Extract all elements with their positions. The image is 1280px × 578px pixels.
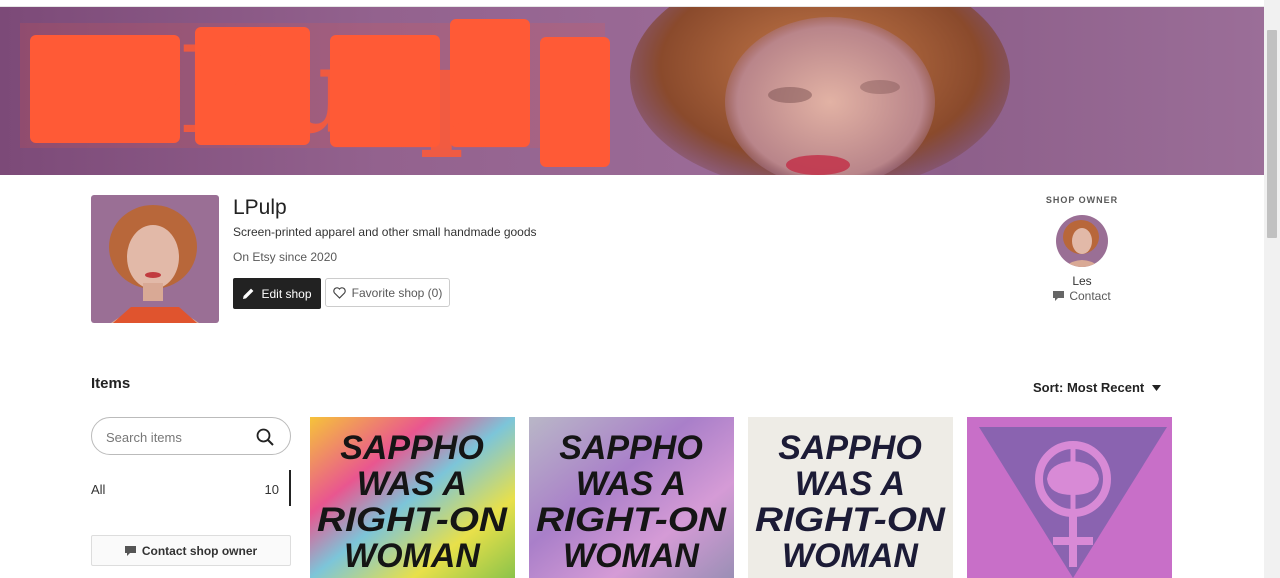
listing-line: WOMAN [344, 537, 481, 575]
owner-avatar-image [1056, 215, 1108, 267]
listing-image: SAPPHO WAS A RIGHT-ON WOMAN [529, 417, 734, 578]
shop-avatar[interactable] [91, 195, 219, 323]
listing-line: WAS A [795, 465, 905, 503]
heart-icon [332, 286, 346, 299]
search-icon[interactable] [256, 428, 274, 446]
shop-since: On Etsy since 2020 [233, 250, 338, 264]
owner-contact-label: Contact [1069, 289, 1111, 303]
owner-contact-link[interactable]: Contact [1031, 289, 1133, 303]
message-icon [1053, 291, 1065, 301]
banner-illustration: L·Pulp [20, 7, 1010, 175]
listing-line: WOMAN [563, 537, 700, 575]
listing-card[interactable]: SAPPHO WAS A RIGHT-ON WOMAN [310, 417, 515, 578]
listing-line: WAS A [576, 465, 686, 503]
filter-all[interactable]: All 10 [91, 470, 291, 506]
favorite-shop-label: Favorite shop (0) [351, 285, 443, 300]
browser-top-edge [0, 0, 1264, 7]
listing-line: SAPPHO [340, 429, 484, 467]
shop-name: LPulp [233, 196, 287, 219]
listing-line: SAPPHO [778, 429, 922, 467]
search-items-input[interactable] [106, 427, 246, 447]
shop-owner-heading: SHOP OWNER [1045, 195, 1119, 205]
filter-count: 10 [264, 482, 279, 497]
sort-label: Sort: Most Recent [1033, 380, 1145, 395]
listing-image: SAPPHO WAS A RIGHT-ON WOMAN [748, 417, 953, 578]
listing-line: WAS A [357, 465, 467, 503]
shop-tagline: Screen-printed apparel and other small h… [233, 225, 537, 239]
contact-shop-owner-button[interactable]: Contact shop owner [91, 535, 291, 566]
filter-selected-indicator [289, 470, 291, 506]
shop-avatar-image [91, 195, 219, 323]
page-scrollbar[interactable] [1264, 0, 1280, 578]
listing-line: RIGHT-ON [755, 501, 947, 539]
message-icon [124, 545, 136, 556]
listing-line: SAPPHO [559, 429, 703, 467]
listing-line: WOMAN [782, 537, 919, 575]
listing-card[interactable]: SAPPHO WAS A RIGHT-ON WOMAN [748, 417, 953, 578]
favorite-shop-button[interactable]: Favorite shop (0) [325, 278, 450, 307]
listing-line: RIGHT-ON [317, 501, 509, 539]
listing-card[interactable]: SAPPHO WAS A RIGHT-ON WOMAN [529, 417, 734, 578]
contact-shop-owner-label: Contact shop owner [141, 543, 258, 558]
shop-banner: L·Pulp [0, 7, 1264, 175]
search-items-box[interactable] [91, 417, 291, 455]
pencil-icon [243, 288, 254, 299]
owner-avatar[interactable] [1056, 215, 1108, 267]
edit-shop-button[interactable]: Edit shop [233, 278, 321, 309]
items-heading: Items [91, 375, 131, 392]
listing-image: SAPPHO WAS A RIGHT-ON WOMAN [310, 417, 515, 578]
scrollbar-thumb[interactable] [1267, 30, 1277, 238]
edit-shop-label: Edit shop [261, 286, 312, 301]
listing-line: RIGHT-ON [536, 501, 728, 539]
filter-label: All [91, 482, 106, 497]
owner-name: Les [1072, 274, 1092, 288]
listing-card[interactable] [967, 417, 1172, 578]
sort-dropdown[interactable]: Sort: Most Recent [1033, 380, 1162, 395]
labrys-venus-triangle-icon [967, 417, 1172, 578]
banner-logo-text: L·Pulp [40, 20, 509, 161]
caret-down-icon [1152, 384, 1162, 391]
